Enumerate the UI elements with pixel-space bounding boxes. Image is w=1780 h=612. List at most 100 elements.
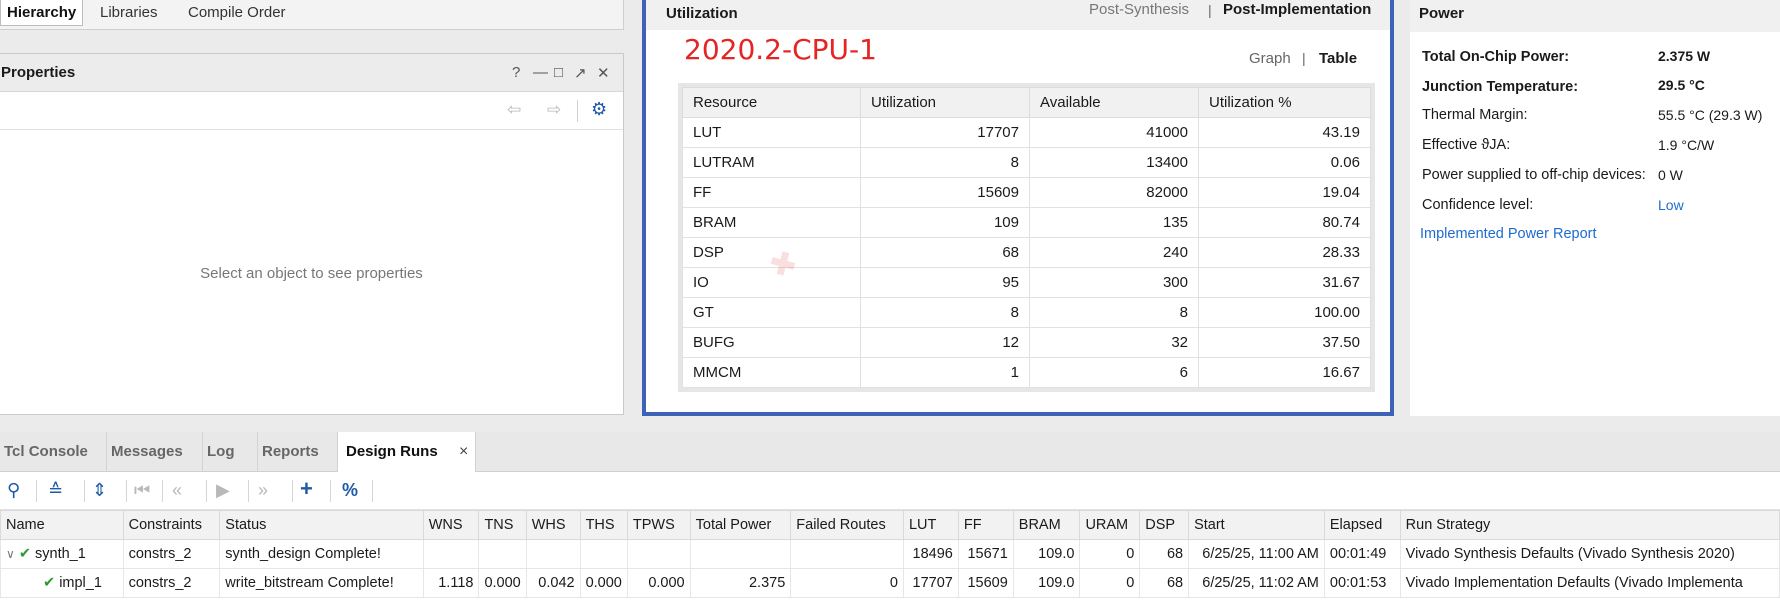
cell-available: 13400: [1029, 147, 1199, 178]
table-row[interactable]: LUTRAM 8 13400 0.06: [682, 147, 1371, 178]
tab-design-runs[interactable]: Design Runs: [337, 432, 476, 472]
tab-libraries[interactable]: Libraries: [100, 0, 158, 26]
expand-all-icon[interactable]: ⇕: [92, 480, 107, 501]
cell-resource: LUTRAM: [682, 147, 861, 178]
tab-log[interactable]: Log: [202, 432, 239, 472]
toolbar-divider: [206, 480, 207, 502]
percent-icon[interactable]: %: [342, 480, 358, 501]
utilization-table: Resource Utilization Available Utilizati…: [678, 83, 1375, 392]
back-arrow-icon[interactable]: ⇦: [507, 100, 521, 120]
column-header[interactable]: TPWS: [626, 510, 691, 540]
column-header[interactable]: Start: [1188, 510, 1325, 540]
table-row[interactable]: BUFG 12 32 37.50: [682, 327, 1371, 358]
power-title: Power: [1419, 5, 1465, 22]
column-header[interactable]: Utilization %: [1198, 87, 1371, 118]
run-icon[interactable]: ▶: [216, 480, 230, 501]
column-header[interactable]: Total Power: [689, 510, 792, 540]
confidence-value-link[interactable]: Low: [1658, 197, 1684, 213]
tab-messages[interactable]: Messages: [106, 432, 187, 472]
table-row[interactable]: GT 8 8 100.00: [682, 297, 1371, 328]
column-header[interactable]: Name: [0, 510, 124, 540]
forward-arrow-icon[interactable]: ⇨: [547, 100, 561, 120]
cell-resource: IO: [682, 267, 861, 298]
previous-icon[interactable]: «: [172, 480, 182, 501]
cell-utilization: 68: [860, 237, 1030, 268]
cell-tpws: 0.000: [626, 568, 691, 598]
column-header[interactable]: WNS: [422, 510, 480, 540]
cell-utilization: 17707: [860, 117, 1030, 148]
properties-toolbar: ⇦ ⇨ ⚙: [0, 92, 623, 130]
column-header[interactable]: Resource: [682, 87, 861, 118]
effective-theta-value: 1.9 °C/W: [1658, 137, 1715, 153]
cell-constraints: constrs_2: [122, 568, 221, 598]
table-row[interactable]: MMCM 1 6 16.67: [682, 357, 1371, 388]
cell-percent: 28.33: [1198, 237, 1371, 268]
tab-reports[interactable]: Reports: [257, 432, 323, 472]
column-header[interactable]: THS: [579, 510, 628, 540]
tab-hierarchy[interactable]: Hierarchy: [0, 0, 84, 26]
table-row[interactable]: FF 15609 82000 19.04: [682, 177, 1371, 208]
add-icon[interactable]: +: [300, 476, 313, 502]
cell-available: 300: [1029, 267, 1199, 298]
column-header[interactable]: FF: [957, 510, 1014, 540]
table-row[interactable]: LUT 17707 41000 43.19: [682, 117, 1371, 148]
column-header[interactable]: Elapsed: [1323, 510, 1401, 540]
junction-temp-label: Junction Temperature:: [1422, 79, 1579, 95]
cell-percent: 100.00: [1198, 297, 1371, 328]
cell-percent: 80.74: [1198, 207, 1371, 238]
cell-elapsed: 00:01:49: [1323, 539, 1401, 569]
column-header[interactable]: TNS: [478, 510, 527, 540]
chevron-down-icon[interactable]: ∨: [6, 547, 15, 561]
maximize-icon[interactable]: □: [554, 64, 563, 81]
cell-uram: 0: [1079, 539, 1141, 569]
column-header[interactable]: Utilization: [860, 87, 1030, 118]
first-icon[interactable]: ⏮: [134, 480, 150, 501]
table-row[interactable]: BRAM 109 135 80.74: [682, 207, 1371, 238]
run-row-synth[interactable]: ∨ ✔ synth_1 constrs_2 synth_design Compl…: [0, 539, 1780, 569]
table-row[interactable]: DSP 68 240 28.33: [682, 237, 1371, 268]
post-synthesis-toggle[interactable]: Post-Synthesis: [1089, 1, 1189, 18]
column-header[interactable]: Constraints: [122, 510, 221, 540]
cell-available: 82000: [1029, 177, 1199, 208]
column-header[interactable]: URAM: [1079, 510, 1141, 540]
column-header[interactable]: WHS: [525, 510, 581, 540]
column-header[interactable]: Status: [219, 510, 424, 540]
cell-resource: FF: [682, 177, 861, 208]
table-row[interactable]: IO 95 300 31.67: [682, 267, 1371, 298]
help-icon[interactable]: ?: [512, 64, 520, 81]
cell-constraints: constrs_2: [122, 539, 221, 569]
column-header[interactable]: Run Strategy: [1399, 510, 1780, 540]
tab-tcl-console[interactable]: Tcl Console: [0, 432, 92, 472]
thermal-margin-value: 55.5 °C (29.3 W): [1658, 107, 1763, 123]
cell-status: synth_design Complete!: [219, 539, 424, 569]
graph-view-toggle[interactable]: Graph: [1249, 50, 1291, 67]
post-implementation-toggle[interactable]: Post-Implementation: [1223, 1, 1371, 18]
gear-icon[interactable]: ⚙: [591, 99, 607, 120]
cell-lut: 17707: [902, 568, 959, 598]
column-header[interactable]: Failed Routes: [790, 510, 904, 540]
power-header: Power: [1410, 0, 1780, 32]
tab-compile-order[interactable]: Compile Order: [188, 0, 286, 26]
close-icon[interactable]: ✕: [597, 64, 610, 82]
column-header[interactable]: Available: [1029, 87, 1199, 118]
cell-available: 32: [1029, 327, 1199, 358]
collapse-all-icon[interactable]: ≙: [48, 480, 63, 501]
next-icon[interactable]: »: [258, 480, 268, 501]
power-report-link[interactable]: Implemented Power Report: [1420, 226, 1597, 242]
run-row-impl[interactable]: ✔ impl_1 constrs_2 write_bitstream Compl…: [0, 568, 1780, 598]
cell-start: 6/25/25, 11:02 AM: [1188, 568, 1325, 598]
float-icon[interactable]: ↗: [574, 64, 587, 82]
properties-title: Properties: [1, 64, 76, 81]
column-header[interactable]: DSP: [1139, 510, 1190, 540]
cell-run-strategy: Vivado Synthesis Defaults (Vivado Synthe…: [1399, 539, 1780, 569]
search-icon[interactable]: ⚲: [7, 480, 20, 501]
table-view-toggle[interactable]: Table: [1319, 50, 1357, 67]
column-header[interactable]: BRAM: [1012, 510, 1081, 540]
cell-tns: [478, 539, 527, 569]
cell-dsp: 68: [1139, 568, 1190, 598]
column-header[interactable]: LUT: [902, 510, 959, 540]
toolbar-divider: [330, 480, 331, 502]
minimize-icon[interactable]: —: [533, 64, 548, 81]
run-name-cell: ∨ ✔ synth_1: [0, 539, 124, 569]
close-tab-icon[interactable]: ×: [459, 432, 468, 472]
